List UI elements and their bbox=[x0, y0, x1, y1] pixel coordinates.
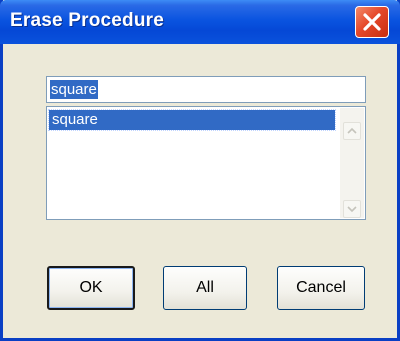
cancel-button[interactable]: Cancel bbox=[277, 266, 365, 310]
window-title: Erase Procedure bbox=[10, 10, 165, 31]
procedure-name-input[interactable]: square bbox=[46, 76, 366, 103]
scroll-down-arrow-icon bbox=[347, 200, 357, 218]
ok-button[interactable]: OK bbox=[47, 266, 135, 310]
procedure-name-value: square bbox=[50, 80, 98, 99]
erase-procedure-dialog: Erase Procedure square square OK All Can… bbox=[0, 0, 400, 341]
scroll-up-arrow-icon bbox=[347, 122, 357, 140]
close-icon bbox=[362, 12, 382, 32]
listbox-scrollbar[interactable] bbox=[340, 108, 364, 218]
procedure-listbox[interactable]: square bbox=[46, 106, 366, 220]
all-button[interactable]: All bbox=[163, 266, 247, 310]
scroll-up-button[interactable] bbox=[343, 122, 361, 140]
close-button[interactable] bbox=[355, 6, 389, 38]
title-bar[interactable]: Erase Procedure bbox=[0, 0, 400, 44]
scroll-down-button[interactable] bbox=[343, 200, 361, 218]
list-item[interactable]: square bbox=[48, 109, 336, 131]
